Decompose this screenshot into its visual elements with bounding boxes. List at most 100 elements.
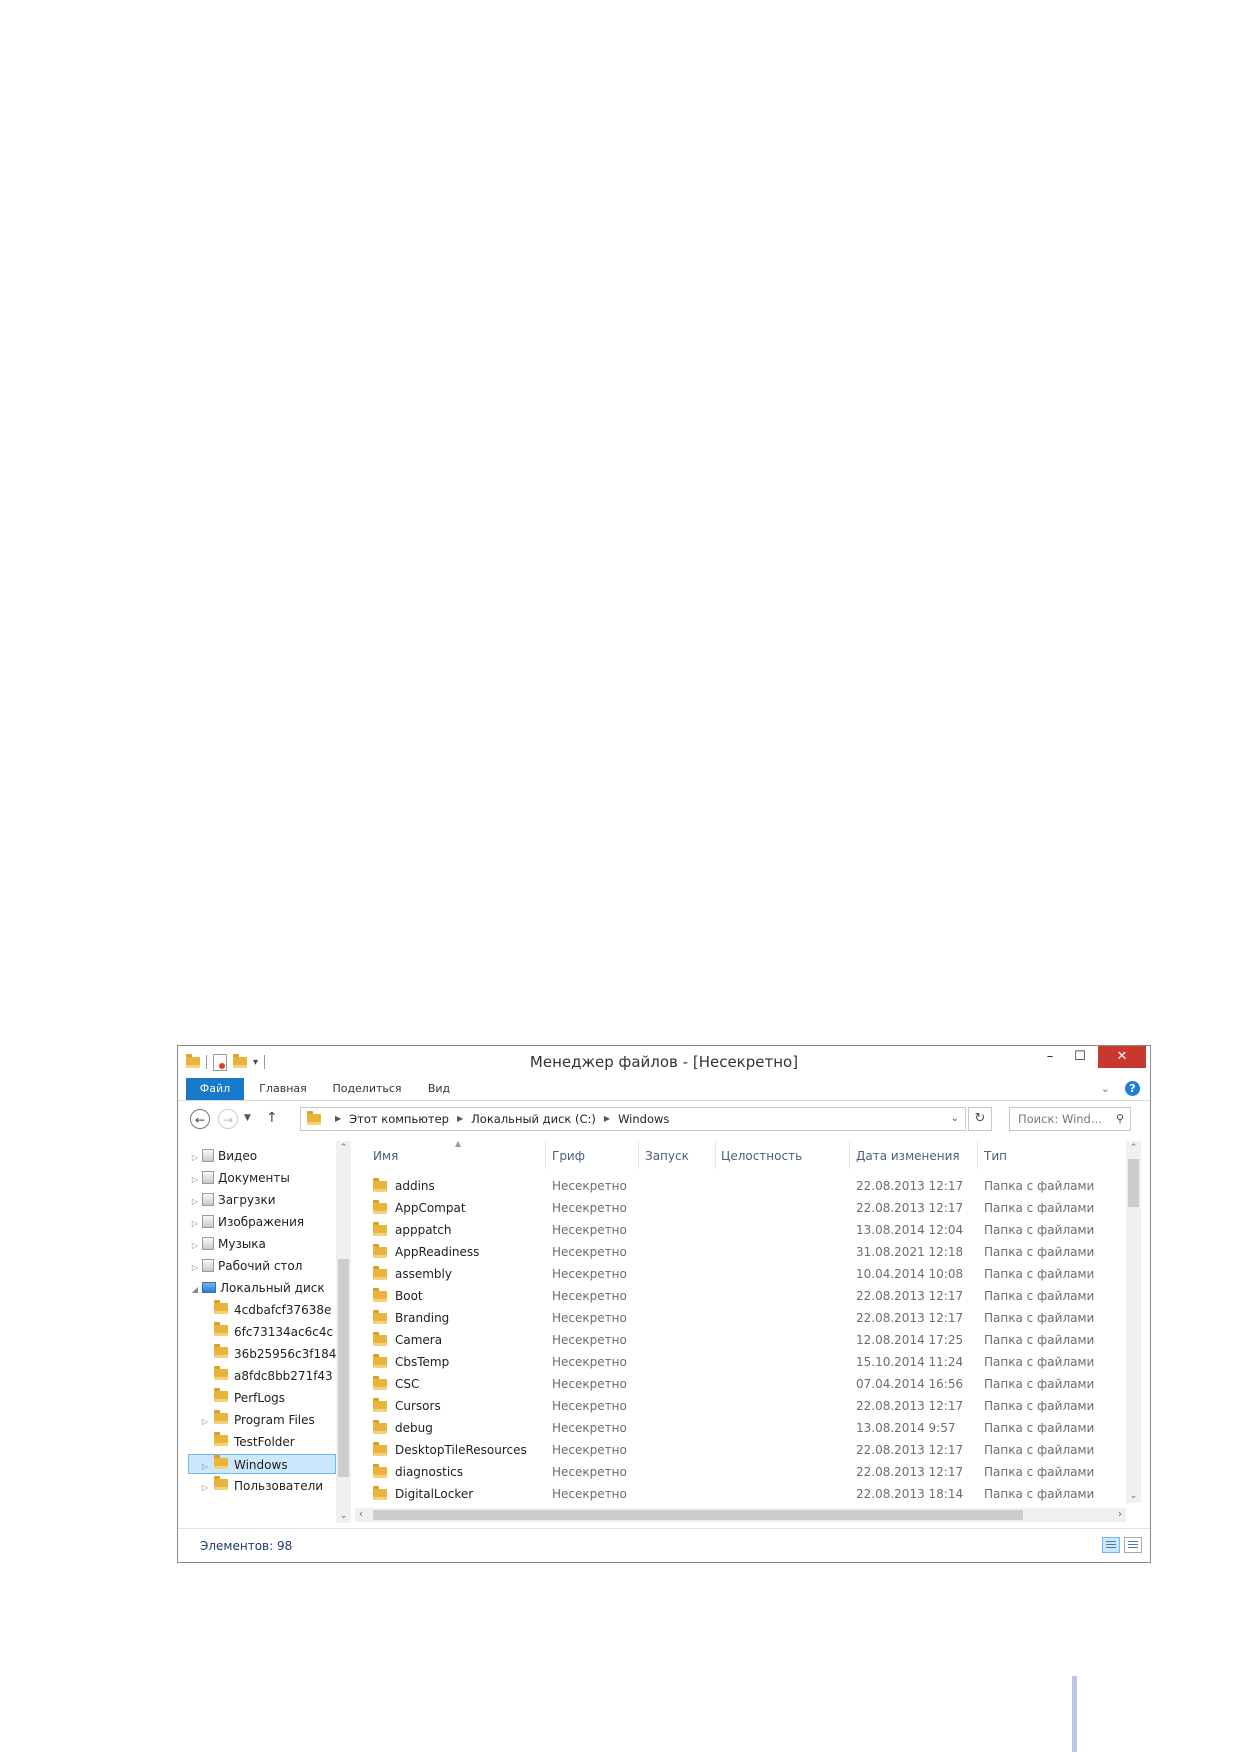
expand-arrow-icon[interactable]: ▷ <box>200 1457 210 1473</box>
breadcrumb-windows[interactable]: Windows <box>618 1108 669 1130</box>
table-row[interactable]: debug Несекретно 13.08.2014 9:57 Папка с фа… <box>355 1417 1135 1439</box>
tree-item-program-files[interactable]: ▷ Program Files <box>200 1410 350 1430</box>
expand-arrow-icon[interactable]: ▷ <box>200 1412 210 1430</box>
folder-icon <box>373 1288 387 1302</box>
library-music-icon <box>202 1237 214 1250</box>
up-button[interactable]: ↑ <box>266 1110 278 1126</box>
table-row[interactable]: Camera Несекретно 12.08.2014 17:25 Папка с … <box>355 1329 1135 1351</box>
table-row[interactable]: CSC Несекретно 07.04.2014 16:56 Папка с фай… <box>355 1373 1135 1395</box>
tree-item-music[interactable]: ▷ Музыка <box>190 1234 340 1254</box>
file-name: debug <box>373 1417 433 1439</box>
table-row[interactable]: CbsTemp Несекретно 15.10.2014 11:24 Папка с… <box>355 1351 1135 1373</box>
expand-arrow-icon[interactable]: ▷ <box>190 1214 200 1232</box>
expand-arrow-icon[interactable]: ▷ <box>190 1148 200 1166</box>
search-icon[interactable]: ⚲ <box>1116 1108 1124 1130</box>
column-divider[interactable] <box>715 1141 716 1169</box>
maximize-button[interactable]: ☐ <box>1065 1046 1095 1068</box>
tree-item-desktop[interactable]: ▷ Рабочий стол <box>190 1256 340 1276</box>
column-divider[interactable] <box>977 1141 978 1169</box>
tree-item-folder[interactable]: 4cdbafcf37638e <box>200 1300 350 1320</box>
table-row[interactable]: AppCompat Несекретно 22.08.2013 12:17 Папка… <box>355 1197 1135 1219</box>
column-divider[interactable] <box>849 1141 850 1169</box>
chevron-right-icon[interactable]: ▶ <box>335 1108 341 1130</box>
folder-icon <box>373 1266 387 1280</box>
breadcrumb-this-pc[interactable]: Этот компьютер <box>349 1108 449 1130</box>
table-row[interactable]: Cursors Несекретно 22.08.2013 12:17 Папка с… <box>355 1395 1135 1417</box>
table-row[interactable]: DigitalLocker Несекретно 22.08.2013 18:14 П… <box>355 1483 1135 1505</box>
tree-item-local-disk[interactable]: ◢ Локальный диск <box>190 1278 340 1298</box>
scroll-up-icon[interactable]: ⌃ <box>1126 1143 1141 1153</box>
tree-item-folder[interactable]: 36b25956c3f184 <box>200 1344 350 1364</box>
details-view-icon[interactable] <box>1102 1537 1120 1553</box>
tree-item-label: Рабочий стол <box>218 1259 303 1273</box>
collapse-arrow-icon[interactable]: ◢ <box>190 1280 200 1298</box>
table-row[interactable]: apppatch Несекретно 13.08.2014 12:04 Папка … <box>355 1219 1135 1241</box>
scroll-thumb[interactable] <box>373 1510 1023 1520</box>
file-grif: Несекретно <box>552 1179 627 1193</box>
folder-icon <box>373 1178 387 1192</box>
table-row[interactable]: AppReadiness Несекретно 31.08.2021 12:18 Па… <box>355 1241 1135 1263</box>
folder-icon <box>214 1432 228 1446</box>
column-name[interactable]: Имя <box>373 1149 398 1169</box>
address-bar[interactable]: ▶ Этот компьютер ▶ Локальный диск (C:) ▶… <box>300 1107 966 1131</box>
column-divider[interactable] <box>638 1141 639 1169</box>
table-row[interactable]: DesktopTileResources Несекретно 22.08.2013… <box>355 1439 1135 1461</box>
tab-file[interactable]: Файл <box>186 1078 244 1100</box>
scroll-up-icon[interactable]: ⌃ <box>336 1143 351 1153</box>
tree-item-pictures[interactable]: ▷ Изображения <box>190 1212 340 1232</box>
tree-item-perflogs[interactable]: PerfLogs <box>200 1388 350 1408</box>
tab-home[interactable]: Главная <box>258 1078 308 1100</box>
column-type[interactable]: Тип <box>984 1149 1007 1169</box>
column-grif[interactable]: Гриф <box>552 1149 585 1169</box>
help-icon[interactable]: ? <box>1125 1081 1140 1096</box>
table-row[interactable]: assembly Несекретно 10.04.2014 10:08 Папка … <box>355 1263 1135 1285</box>
address-dropdown-icon[interactable]: ⌄ <box>951 1108 959 1130</box>
scroll-thumb[interactable] <box>1128 1159 1139 1207</box>
scroll-down-icon[interactable]: ⌄ <box>336 1511 351 1521</box>
tree-item-downloads[interactable]: ▷ Загрузки <box>190 1190 340 1210</box>
tree-item-folder[interactable]: a8fdc8bb271f43 <box>200 1366 350 1386</box>
table-row[interactable]: Boot Несекретно 22.08.2013 12:17 Папка с фа… <box>355 1285 1135 1307</box>
column-launch[interactable]: Запуск <box>645 1149 689 1169</box>
tree-item-testfolder[interactable]: TestFolder <box>200 1432 350 1452</box>
tree-item-documents[interactable]: ▷ Документы <box>190 1168 340 1188</box>
back-button[interactable]: ← <box>190 1109 210 1129</box>
expand-arrow-icon[interactable]: ▷ <box>190 1258 200 1276</box>
file-grif: Несекретно <box>552 1377 627 1391</box>
tree-scrollbar[interactable]: ⌃ ⌄ <box>336 1141 351 1523</box>
refresh-button[interactable]: ↻ <box>968 1107 992 1131</box>
expand-arrow-icon[interactable]: ▷ <box>190 1236 200 1254</box>
table-row[interactable]: addins Несекретно 22.08.2013 12:17 Папка с … <box>355 1175 1135 1197</box>
file-list-horizontal-scrollbar[interactable]: ‹ › <box>355 1508 1126 1522</box>
tree-item-windows[interactable]: ▷ Windows <box>188 1454 336 1474</box>
expand-arrow-icon[interactable]: ▷ <box>190 1170 200 1188</box>
forward-button[interactable]: → <box>218 1109 238 1129</box>
table-row[interactable]: diagnostics Несекретно 22.08.2013 12:17 Пап… <box>355 1461 1135 1483</box>
breadcrumb-local-disk[interactable]: Локальный диск (C:) <box>471 1108 596 1130</box>
scroll-thumb[interactable] <box>338 1259 349 1477</box>
tree-item-users[interactable]: ▷ Пользователи <box>200 1476 350 1496</box>
scroll-right-icon[interactable]: › <box>1118 1508 1122 1522</box>
chevron-right-icon[interactable]: ▶ <box>457 1108 463 1130</box>
expand-ribbon-icon[interactable]: ⌄ <box>1101 1082 1110 1095</box>
file-list-vertical-scrollbar[interactable]: ⌃ ⌄ <box>1126 1141 1141 1503</box>
file-grif: Несекретно <box>552 1223 627 1237</box>
expand-arrow-icon[interactable]: ▷ <box>200 1478 210 1496</box>
scroll-left-icon[interactable]: ‹ <box>359 1508 363 1522</box>
minimize-button[interactable]: – <box>1035 1046 1065 1068</box>
column-integrity[interactable]: Целостность <box>721 1149 802 1169</box>
close-button[interactable]: ✕ <box>1098 1046 1146 1068</box>
tree-item-video[interactable]: ▷ Видео <box>190 1146 340 1166</box>
search-input[interactable]: Поиск: Wind... ⚲ <box>1009 1107 1131 1131</box>
expand-arrow-icon[interactable]: ▷ <box>190 1192 200 1210</box>
column-divider[interactable] <box>545 1141 546 1169</box>
column-date[interactable]: Дата изменения <box>856 1149 960 1169</box>
large-icons-view-icon[interactable] <box>1124 1537 1142 1553</box>
table-row[interactable]: Branding Несекретно 22.08.2013 12:17 Папка … <box>355 1307 1135 1329</box>
tree-item-folder[interactable]: 6fc73134ac6c4c <box>200 1322 350 1342</box>
tab-view[interactable]: Вид <box>424 1078 454 1100</box>
chevron-right-icon[interactable]: ▶ <box>604 1108 610 1130</box>
tab-share[interactable]: Поделиться <box>330 1078 404 1100</box>
recent-locations-icon[interactable]: ▼ <box>244 1113 251 1123</box>
scroll-down-icon[interactable]: ⌄ <box>1126 1491 1141 1501</box>
